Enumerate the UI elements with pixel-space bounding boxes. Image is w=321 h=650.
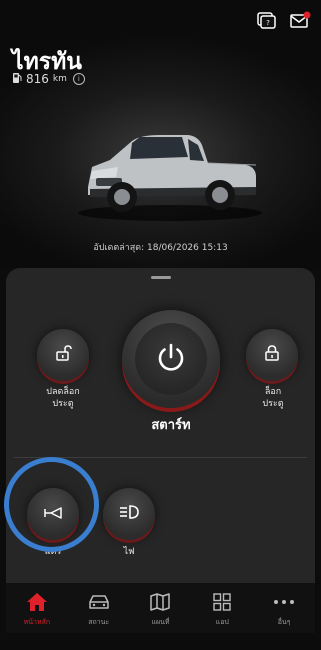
start-label: สตาร์ท — [151, 418, 191, 433]
nav-label-status: สถานะ — [88, 618, 110, 626]
fuel-pump-icon — [13, 72, 22, 86]
nav-item-apps[interactable]: แอป — [195, 592, 250, 628]
nav-item-home[interactable]: หน้าหลัก — [9, 592, 64, 628]
lock-label-line1: ล็อก — [264, 387, 282, 397]
map-icon — [149, 592, 171, 612]
car-status-icon — [87, 592, 111, 612]
lock-icon — [264, 344, 280, 366]
nav-item-map[interactable]: แผนที่ — [133, 592, 188, 628]
nav-label-apps: แอป — [215, 618, 229, 626]
mail-notification-icon[interactable] — [289, 10, 311, 32]
lights-label: ไฟ — [123, 547, 135, 557]
nav-item-more[interactable]: อื่นๆ — [257, 592, 312, 628]
home-icon — [26, 592, 48, 612]
range-value: 816 — [26, 72, 49, 86]
power-icon — [154, 340, 188, 378]
nav-item-status[interactable]: สถานะ — [71, 592, 126, 628]
lights-button[interactable] — [103, 488, 155, 540]
last-updated: อัปเดตล่าสุด: 18/06/2026 15:13 — [93, 243, 228, 253]
nav-label-home: หน้าหลัก — [23, 618, 51, 626]
lock-door-button[interactable] — [246, 329, 298, 381]
fuel-range: 816 km i — [13, 72, 85, 86]
apps-grid-icon — [212, 592, 232, 612]
top-icons: ? — [255, 10, 311, 32]
unlock-door-button[interactable] — [37, 329, 89, 381]
unlock-label-line2: ประตู — [52, 399, 74, 409]
unlock-label-line1: ปลดล็อก — [46, 387, 80, 397]
more-icon — [273, 592, 295, 612]
unlock-door-label: ปลดล็อก ประตู — [32, 386, 94, 410]
chat-badge-icon[interactable]: ? — [255, 10, 277, 32]
nav-label-map: แผนที่ — [151, 618, 170, 626]
headlight-icon — [118, 504, 140, 524]
drag-handle[interactable] — [151, 276, 171, 279]
vehicle-hero: ? ไทรทัน 816 km i อัปเดตล่าสุด: 18/06/20… — [0, 0, 321, 270]
engine-start-button[interactable] — [122, 310, 220, 408]
info-icon[interactable]: i — [72, 73, 85, 85]
vehicle-image — [70, 105, 270, 225]
lock-door-label: ล็อก ประตู — [242, 386, 304, 410]
range-unit: km — [52, 74, 67, 84]
svg-text:?: ? — [266, 19, 270, 27]
nav-label-more: อื่นๆ — [277, 618, 291, 626]
bottom-navigation: หน้าหลัก สถานะ แผนที่ แอป อื่นๆ — [6, 583, 315, 633]
tap-highlight-ring — [4, 457, 99, 552]
unlock-icon — [54, 344, 72, 366]
lock-label-line2: ประตู — [262, 399, 284, 409]
